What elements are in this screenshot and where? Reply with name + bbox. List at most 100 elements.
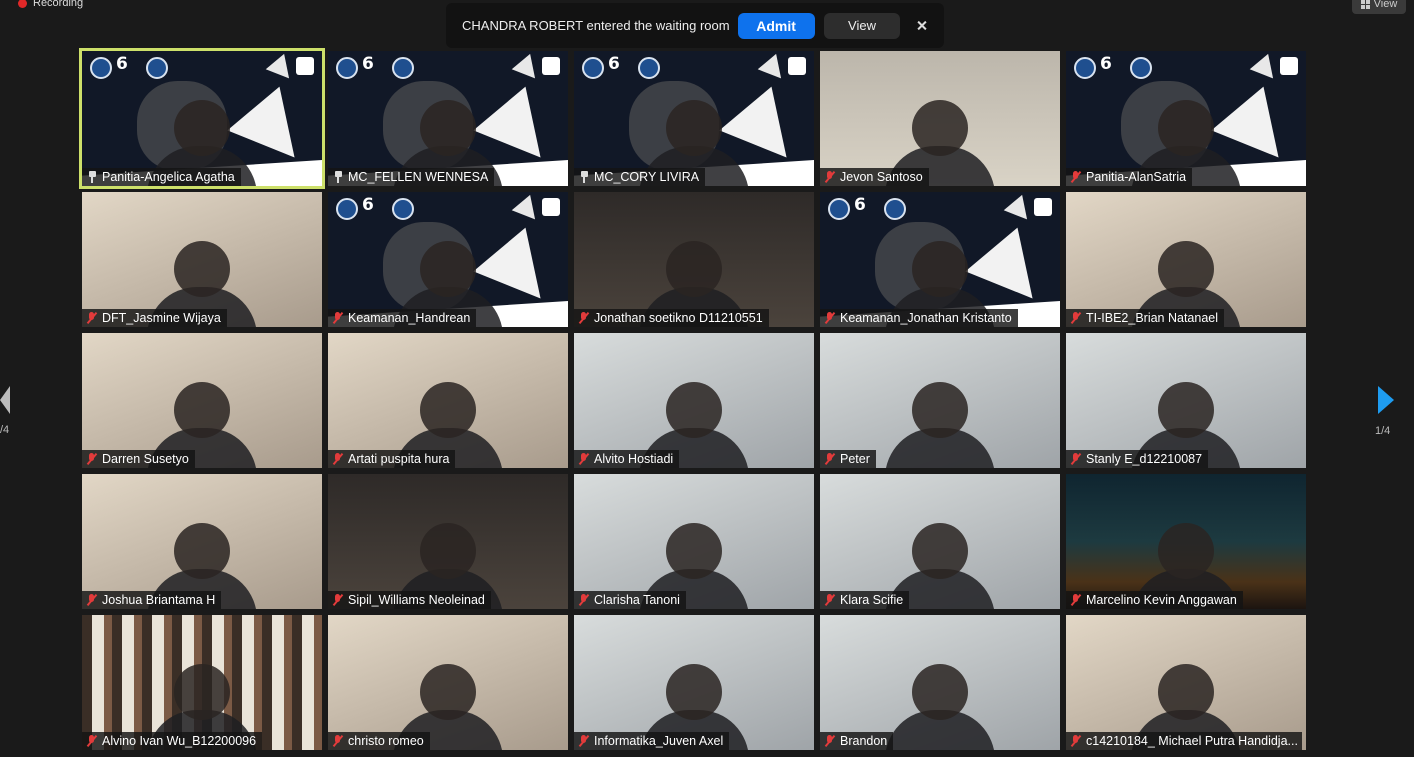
participant-name-label: Peter — [820, 450, 876, 468]
participant-tile[interactable]: Peter — [820, 333, 1060, 468]
participant-tile[interactable]: Informatika_Juven Axel — [574, 615, 814, 750]
participant-name-label: Alvito Hostiadi — [574, 450, 680, 468]
participant-name: Keamanan_Handrean — [348, 311, 471, 325]
participant-name-label: Sipil_Williams Neoleinad — [328, 591, 491, 609]
participant-tile[interactable]: Joshua Briantama H — [82, 474, 322, 609]
participant-tile[interactable]: 6 Keamanan_Handrean — [328, 192, 568, 327]
participant-tile[interactable]: Clarisha Tanoni — [574, 474, 814, 609]
university-logo-icon — [884, 198, 906, 220]
pin-icon — [87, 171, 97, 183]
shuttlecock-icon — [1249, 53, 1283, 87]
brand-logo-icon — [1034, 198, 1052, 216]
participant-video-head — [420, 664, 476, 720]
shuttlecock-icon — [265, 53, 299, 87]
shuttlecock-icon — [511, 194, 545, 228]
participant-video-head — [420, 241, 476, 297]
participant-video-head — [174, 382, 230, 438]
participant-name-label: Marcelino Kevin Anggawan — [1066, 591, 1243, 609]
chevron-right-icon — [1378, 386, 1394, 414]
view-waiting-room-button[interactable]: View — [823, 12, 901, 39]
anniversary-logo-icon: 6 — [362, 195, 374, 215]
mic-muted-icon — [825, 312, 835, 324]
shuttlecock-icon — [511, 53, 545, 87]
participant-name: Stanly E_d12210087 — [1086, 452, 1203, 466]
participant-tile[interactable]: 6 MC_CORY LIVIRA — [574, 51, 814, 186]
participant-tile[interactable]: Klara Scifie — [820, 474, 1060, 609]
mic-muted-icon — [579, 594, 589, 606]
participant-name: Peter — [840, 452, 870, 466]
participant-tile[interactable]: c14210184_ Michael Putra Handidja... — [1066, 615, 1306, 750]
university-logo-icon — [392, 198, 414, 220]
participant-tile[interactable]: TI-IBE2_Brian Natanael — [1066, 192, 1306, 327]
participant-tile[interactable]: Stanly E_d12210087 — [1066, 333, 1306, 468]
participant-tile[interactable]: Alvino Ivan Wu_B12200096 — [82, 615, 322, 750]
anniversary-logo-icon: 6 — [608, 54, 620, 74]
shuttlecock-icon — [1003, 194, 1037, 228]
close-icon[interactable] — [914, 18, 930, 34]
mic-muted-icon — [825, 594, 835, 606]
participant-name: Jevon Santoso — [840, 170, 923, 184]
participant-name-label: Joshua Briantama H — [82, 591, 222, 609]
next-page-button[interactable]: 1/4 — [1372, 380, 1402, 440]
participant-name: DFT_Jasmine Wijaya — [102, 311, 221, 325]
participant-tile[interactable]: Jonathan soetikno D11210551 — [574, 192, 814, 327]
participant-name-label: Brandon — [820, 732, 894, 750]
university-logo-icon — [1130, 57, 1152, 79]
participant-name-label: christo romeo — [328, 732, 430, 750]
pin-icon — [333, 171, 343, 183]
mic-muted-icon — [825, 171, 835, 183]
university-logo-icon — [336, 198, 358, 220]
participant-name: Klara Scifie — [840, 593, 904, 607]
waiting-room-notification: CHANDRA ROBERT entered the waiting room … — [446, 3, 944, 48]
participant-name-label: Alvino Ivan Wu_B12200096 — [82, 732, 263, 750]
mic-muted-icon — [1071, 735, 1081, 747]
participant-tile[interactable]: Marcelino Kevin Anggawan — [1066, 474, 1306, 609]
participant-name-label: Keamanan_Handrean — [328, 309, 477, 327]
admit-button[interactable]: Admit — [737, 12, 815, 39]
university-logo-icon — [392, 57, 414, 79]
participant-video-head — [666, 523, 722, 579]
participant-name-label: Jonathan soetikno D11210551 — [574, 309, 769, 327]
recording-indicator[interactable]: Recording — [18, 0, 83, 12]
previous-page-button[interactable]: /4 — [0, 380, 22, 440]
participant-tile[interactable]: Artati puspita hura — [328, 333, 568, 468]
participant-tile[interactable]: 6 Panitia-AlanSatria — [1066, 51, 1306, 186]
participant-video-head — [1158, 241, 1214, 297]
participant-name-label: Stanly E_d12210087 — [1066, 450, 1209, 468]
participant-video-head — [420, 100, 476, 156]
brand-logo-icon — [788, 57, 806, 75]
participant-tile[interactable]: DFT_Jasmine Wijaya — [82, 192, 322, 327]
participant-name-label: Darren Susetyo — [82, 450, 195, 468]
participant-name-label: MC_CORY LIVIRA — [574, 168, 706, 186]
university-logo-icon — [146, 57, 168, 79]
mic-muted-icon — [579, 453, 589, 465]
mic-muted-icon — [87, 735, 97, 747]
participant-tile[interactable]: 6 Keamanan_Jonathan Kristanto — [820, 192, 1060, 327]
participant-name: Jonathan soetikno D11210551 — [594, 311, 763, 325]
participant-video-head — [1158, 523, 1214, 579]
participant-name: Darren Susetyo — [102, 452, 189, 466]
participant-name: Keamanan_Jonathan Kristanto — [840, 311, 1012, 325]
participant-tile[interactable]: Darren Susetyo — [82, 333, 322, 468]
participant-video-head — [1158, 382, 1214, 438]
participant-tile[interactable]: Jevon Santoso — [820, 51, 1060, 186]
participant-tile[interactable]: christo romeo — [328, 615, 568, 750]
participant-name-label: Panitia-AlanSatria — [1066, 168, 1193, 186]
mic-muted-icon — [579, 735, 589, 747]
brand-logo-icon — [296, 57, 314, 75]
participant-tile[interactable]: 6 Panitia-Angelica Agatha — [79, 48, 325, 189]
participant-tile[interactable]: Brandon — [820, 615, 1060, 750]
participant-video-head — [912, 523, 968, 579]
participant-name-label: Panitia-Angelica Agatha — [82, 168, 241, 186]
notification-message: CHANDRA ROBERT entered the waiting room — [462, 18, 730, 33]
view-button[interactable]: View — [1352, 0, 1406, 14]
participant-tile[interactable]: 6 MC_FELLEN WENNESA — [328, 51, 568, 186]
brand-logo-icon — [1280, 57, 1298, 75]
participant-tile[interactable]: Alvito Hostiadi — [574, 333, 814, 468]
grid-view-icon — [1360, 0, 1370, 9]
mic-muted-icon — [333, 594, 343, 606]
participant-name: TI-IBE2_Brian Natanael — [1086, 311, 1219, 325]
participant-video-head — [174, 241, 230, 297]
participant-name: Clarisha Tanoni — [594, 593, 680, 607]
participant-tile[interactable]: Sipil_Williams Neoleinad — [328, 474, 568, 609]
